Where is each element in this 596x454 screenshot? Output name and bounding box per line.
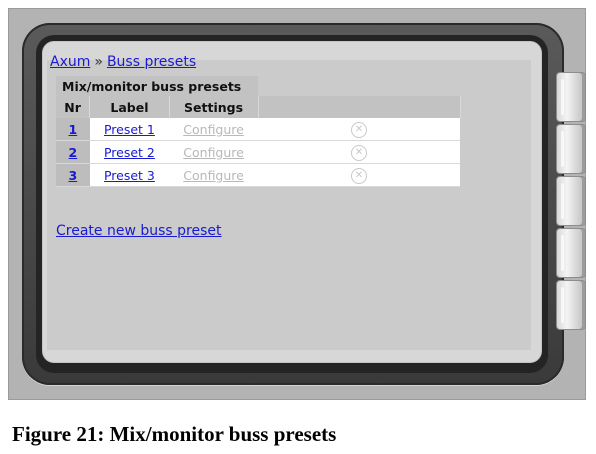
table-row: 1 Preset 1 Configure ✕ [56,118,460,141]
row-number-link[interactable]: 1 [69,122,78,137]
x-circle-icon[interactable]: ✕ [351,168,367,184]
preset-label-link[interactable]: Preset 1 [104,122,155,137]
configure-link-disabled: Configure [183,167,244,183]
preset-label-link[interactable]: Preset 2 [104,145,155,160]
create-preset-container: Create new buss preset [56,223,222,239]
table-row: 3 Preset 3 Configure ✕ [56,163,460,187]
figure-caption: Figure 21: Mix/monitor buss presets [12,422,337,446]
buss-presets-table: Mix/monitor buss presets Nr Label Settin… [56,76,461,187]
table-caption: Mix/monitor buss presets [56,76,258,96]
side-button-strip [556,72,586,334]
breadcrumb: Axum» Buss presets [50,54,196,70]
header-label: Label [89,96,170,118]
side-button-5[interactable] [556,280,586,330]
side-button-4[interactable] [556,228,586,278]
x-circle-icon[interactable]: ✕ [351,122,367,138]
side-button-3[interactable] [556,176,586,226]
header-nr: Nr [56,96,91,118]
header-settings: Settings [169,96,259,118]
x-circle-icon[interactable]: ✕ [351,145,367,161]
table-row: 2 Preset 2 Configure ✕ [56,140,460,164]
side-button-1[interactable] [556,72,586,122]
create-new-buss-preset-link[interactable]: Create new buss preset [56,223,222,239]
breadcrumb-separator: » [94,54,103,70]
configure-link-disabled: Configure [183,121,244,137]
row-number-link[interactable]: 2 [69,145,78,160]
preset-label-link[interactable]: Preset 3 [104,168,155,183]
breadcrumb-axum-link[interactable]: Axum [50,54,90,70]
row-number-link[interactable]: 3 [69,168,78,183]
header-actions [258,96,461,118]
configure-link-disabled: Configure [183,144,244,160]
side-button-2[interactable] [556,124,586,174]
breadcrumb-buss-presets-link[interactable]: Buss presets [107,54,196,70]
